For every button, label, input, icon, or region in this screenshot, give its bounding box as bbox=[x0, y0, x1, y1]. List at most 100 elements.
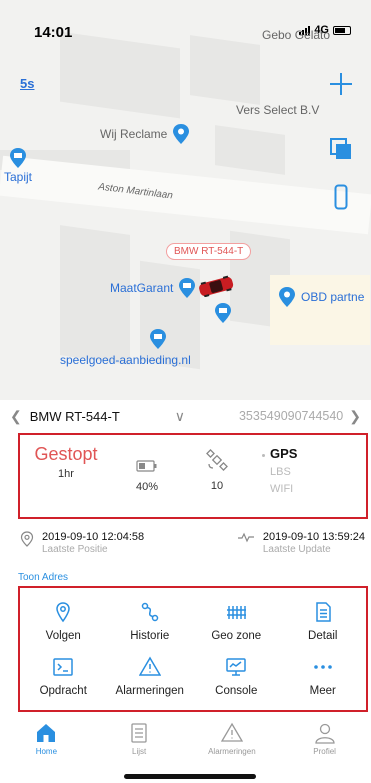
command-button[interactable]: Opdracht bbox=[20, 649, 107, 704]
battery-icon bbox=[333, 25, 351, 35]
console-button[interactable]: Console bbox=[193, 649, 280, 704]
monitor-icon bbox=[226, 658, 246, 676]
fence-icon bbox=[227, 606, 247, 619]
detail-button[interactable]: Detail bbox=[280, 594, 367, 649]
history-button[interactable]: Historie bbox=[107, 594, 194, 649]
map-pin-icon bbox=[173, 124, 190, 144]
position-time: 2019-09-10 12:04:58 bbox=[42, 531, 145, 543]
app-screen: 14:01 4G 5s Aston Martinlaan Gebo Gelato… bbox=[0, 0, 371, 783]
dot-icon bbox=[262, 453, 265, 457]
document-icon bbox=[316, 602, 331, 622]
vehicle-id: 353549090744540 bbox=[238, 409, 344, 423]
device-button[interactable] bbox=[327, 183, 355, 211]
map-building bbox=[215, 125, 285, 175]
satellite-icon bbox=[206, 449, 228, 471]
map-road bbox=[0, 155, 371, 235]
action-grid: Volgen Historie Geo zone Detail Opdracht… bbox=[18, 586, 368, 712]
action-label: Console bbox=[215, 685, 258, 697]
list-icon bbox=[131, 723, 147, 743]
action-label: Volgen bbox=[45, 630, 81, 642]
warning-icon bbox=[138, 656, 161, 676]
map-view[interactable]: 14:01 4G 5s Aston Martinlaan Gebo Gelato… bbox=[0, 0, 371, 400]
map-building bbox=[60, 31, 180, 119]
poi-maatgarant[interactable]: MaatGarant bbox=[110, 278, 196, 298]
poi-label: Wij Reclame bbox=[100, 127, 168, 141]
layers-button[interactable] bbox=[327, 135, 355, 163]
connection-active: GPS bbox=[270, 446, 298, 461]
layers-icon bbox=[330, 138, 351, 159]
action-label: Detail bbox=[308, 630, 338, 642]
map-pin-icon bbox=[10, 148, 26, 168]
map-pin-icon bbox=[150, 329, 167, 349]
poi-label: MaatGarant bbox=[110, 281, 174, 295]
tab-home[interactable]: Home bbox=[0, 722, 93, 762]
action-label: Historie bbox=[130, 630, 170, 642]
action-label: Opdracht bbox=[39, 685, 87, 697]
poi-obd-partner[interactable]: OBD partne bbox=[278, 287, 364, 307]
stopped-duration: 1hr bbox=[58, 468, 74, 480]
poi-tapijt[interactable]: Tapijt bbox=[4, 148, 32, 184]
map-pin-icon bbox=[179, 278, 196, 298]
refresh-interval[interactable]: 5s bbox=[20, 76, 34, 91]
alarms-button[interactable]: Alarmeringen bbox=[107, 649, 194, 704]
vehicle-marker[interactable] bbox=[196, 275, 236, 302]
plus-icon bbox=[330, 73, 352, 95]
poi-label: speelgoed-aanbieding.nl bbox=[60, 353, 191, 367]
chevron-down-icon[interactable]: ∨ bbox=[175, 408, 185, 425]
poi-gebo-gelato[interactable]: Gebo Gelato bbox=[262, 28, 330, 42]
poi-label: Tapijt bbox=[4, 170, 33, 184]
poi-vers-select[interactable]: Vers Select B.V bbox=[236, 103, 319, 117]
state-text: Gestopt bbox=[34, 444, 98, 464]
battery-level-icon bbox=[136, 460, 157, 472]
warning-icon bbox=[220, 722, 243, 742]
more-button[interactable]: Meer bbox=[280, 649, 367, 704]
next-vehicle-icon[interactable]: ❯ bbox=[349, 408, 361, 425]
satellite-count: 10 bbox=[210, 480, 224, 492]
status-panel: Gestopt 1hr 40% 10 GPS LBS WIFI bbox=[18, 433, 368, 519]
action-label: Alarmeringen bbox=[115, 685, 184, 697]
vehicle-selector: ❮ BMW RT-544-T ∨ 353549090744540 ❯ bbox=[0, 403, 371, 429]
home-icon bbox=[37, 724, 56, 742]
poi-wij-reclame[interactable]: Wij Reclame bbox=[100, 124, 190, 144]
update-label: Laatste Update bbox=[262, 544, 331, 555]
poi-label: Vers Select B.V bbox=[236, 103, 320, 117]
zoom-in-button[interactable] bbox=[327, 70, 355, 98]
show-address-link[interactable]: Toon Adres bbox=[18, 572, 68, 583]
home-indicator bbox=[124, 774, 256, 779]
location-icon bbox=[20, 531, 34, 547]
last-position: 2019-09-10 12:04:58 Laatste Positie bbox=[20, 531, 144, 561]
tab-label: Lijst bbox=[132, 747, 147, 756]
pulse-icon bbox=[237, 532, 254, 543]
geo-zone-button[interactable]: Geo zone bbox=[193, 594, 280, 649]
connection-wifi: WIFI bbox=[270, 483, 294, 495]
user-icon bbox=[314, 723, 335, 744]
battery-metric: 40% bbox=[112, 435, 182, 517]
tab-alarms[interactable]: Alarmeringen bbox=[186, 722, 279, 762]
terminal-icon bbox=[53, 658, 73, 676]
poi-label: OBD partne bbox=[301, 290, 365, 304]
follow-button[interactable]: Volgen bbox=[20, 594, 107, 649]
poi-unnamed[interactable] bbox=[214, 303, 232, 323]
more-dots-icon bbox=[313, 665, 332, 669]
map-pin-icon bbox=[215, 303, 231, 323]
tab-label: Alarmeringen bbox=[208, 747, 256, 756]
action-label: Geo zone bbox=[211, 630, 262, 642]
poi-speelgoed[interactable]: speelgoed-aanbieding.nl bbox=[60, 329, 191, 367]
stopped-status: Gestopt 1hr bbox=[20, 435, 112, 517]
tab-label: Home bbox=[35, 747, 58, 756]
timestamps: 2019-09-10 12:04:58 Laatste Positie 2019… bbox=[20, 531, 365, 561]
tab-label: Profiel bbox=[313, 747, 336, 756]
route-icon bbox=[141, 602, 158, 622]
vehicle-map-tag[interactable]: BMW RT-544-T bbox=[166, 243, 252, 260]
connection-gps: GPS bbox=[262, 445, 297, 464]
location-pin-icon bbox=[56, 602, 71, 623]
update-time: 2019-09-10 13:59:24 bbox=[262, 531, 365, 543]
action-label: Meer bbox=[309, 685, 336, 697]
map-area bbox=[270, 275, 370, 345]
battery-value: 40% bbox=[135, 481, 159, 493]
car-icon bbox=[199, 275, 234, 298]
previous-vehicle-icon[interactable]: ❮ bbox=[10, 408, 22, 425]
tab-list[interactable]: Lijst bbox=[93, 722, 186, 762]
tab-profile[interactable]: Profiel bbox=[278, 722, 371, 762]
connection-lbs: LBS bbox=[270, 466, 291, 478]
